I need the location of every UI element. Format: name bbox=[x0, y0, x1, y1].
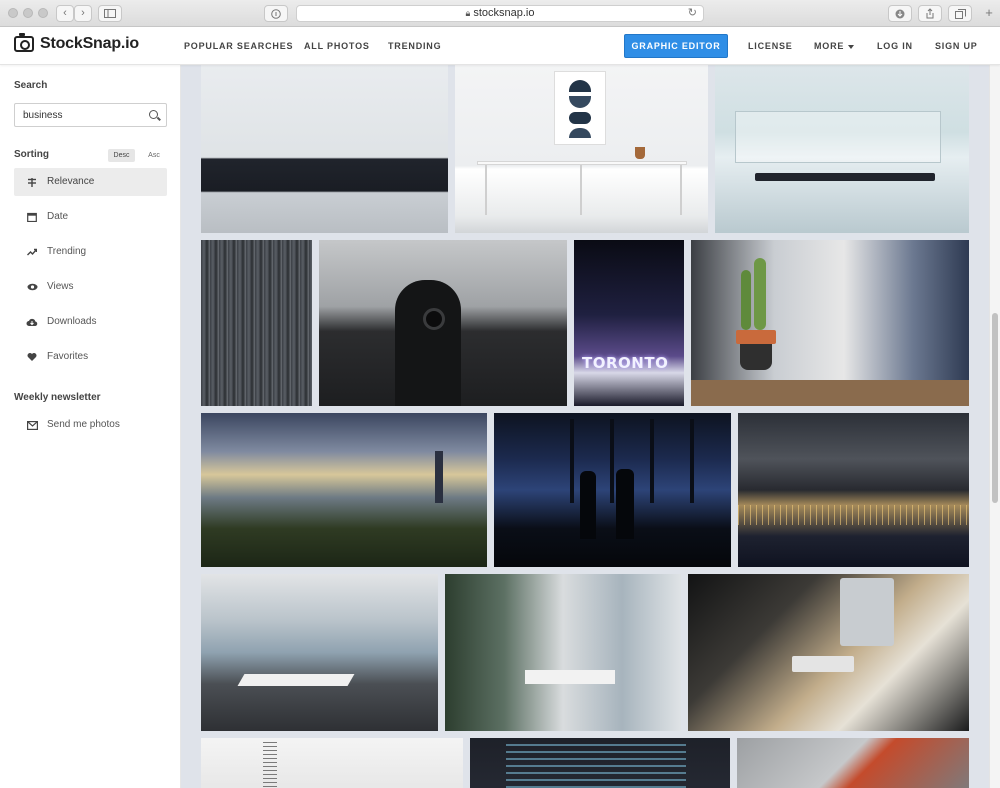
search-icon[interactable] bbox=[149, 110, 158, 119]
newsletter-label: Weekly newsletter bbox=[14, 392, 101, 403]
minimize-window-icon[interactable] bbox=[23, 8, 33, 18]
forward-button[interactable]: › bbox=[74, 5, 92, 22]
nav-all-photos[interactable]: ALL PHOTOS bbox=[304, 27, 370, 65]
send-me-photos-link[interactable]: Send me photos bbox=[14, 411, 167, 439]
heart-icon bbox=[26, 343, 38, 374]
zoom-window-icon[interactable] bbox=[38, 8, 48, 18]
tabs-icon bbox=[954, 9, 966, 19]
photo-white-desk-art[interactable] bbox=[455, 65, 708, 233]
nav-sign-up[interactable]: SIGN UP bbox=[935, 27, 978, 65]
close-window-icon[interactable] bbox=[8, 8, 18, 18]
back-button[interactable]: ‹ bbox=[56, 5, 74, 22]
white-desk bbox=[477, 161, 687, 165]
photo-cactus-clothes-rack[interactable] bbox=[691, 240, 969, 406]
photo-couple-window-night[interactable] bbox=[494, 413, 731, 567]
nav-license[interactable]: LICENSE bbox=[748, 27, 793, 65]
eye-icon bbox=[26, 273, 38, 304]
chevron-down-icon bbox=[848, 44, 855, 49]
photo-boardroom-windows-2[interactable] bbox=[445, 574, 681, 731]
graphic-editor-button[interactable]: GRAPHIC EDITOR bbox=[624, 34, 728, 58]
sort-date-label: Date bbox=[47, 211, 69, 222]
relevance-icon bbox=[26, 168, 38, 199]
trending-icon bbox=[26, 238, 38, 269]
search-label: Search bbox=[14, 80, 48, 91]
toronto-sign: TORONTO bbox=[582, 354, 669, 372]
search-input[interactable] bbox=[15, 104, 135, 126]
new-tab-button[interactable]: + bbox=[982, 6, 996, 20]
photo-toronto-sign-night[interactable]: TORONTO bbox=[574, 240, 684, 406]
sort-asc-button[interactable]: Asc bbox=[142, 149, 166, 162]
site-name: StockSnap.io bbox=[40, 35, 139, 52]
sidebar: Search Sorting Desc Asc Relevance Date T… bbox=[0, 65, 181, 788]
cloud-download-icon bbox=[26, 308, 38, 339]
wall-art-frame bbox=[554, 71, 606, 145]
nav-log-in[interactable]: LOG IN bbox=[877, 27, 913, 65]
sort-downloads[interactable]: Downloads bbox=[14, 308, 167, 336]
sort-date[interactable]: Date bbox=[14, 203, 167, 231]
sort-trending-label: Trending bbox=[47, 246, 87, 257]
photo-skyscraper-facade[interactable] bbox=[201, 240, 312, 406]
photo-red-book-desk[interactable] bbox=[737, 738, 969, 788]
reader-info-button[interactable] bbox=[264, 5, 288, 22]
sort-relevance[interactable]: Relevance bbox=[14, 168, 167, 196]
camera-icon bbox=[14, 33, 34, 52]
envelope-icon bbox=[26, 411, 38, 442]
search-field[interactable] bbox=[14, 103, 167, 127]
nav-more-label: MORE bbox=[814, 41, 845, 51]
sort-downloads-label: Downloads bbox=[47, 316, 97, 327]
page-scrollbar[interactable] bbox=[989, 65, 1000, 788]
photo-gallery: TORONTO bbox=[181, 65, 989, 788]
tabs-button[interactable] bbox=[948, 5, 972, 22]
photo-photographer-office[interactable] bbox=[319, 240, 567, 406]
photo-vintage-desk-imac[interactable] bbox=[688, 574, 969, 731]
photo-taipei-skyline-sunset[interactable] bbox=[201, 413, 487, 567]
downloads-button[interactable] bbox=[888, 5, 912, 22]
share-button[interactable] bbox=[918, 5, 942, 22]
address-bar[interactable]: 🔒︎ stocksnap.io ↻ bbox=[296, 5, 704, 22]
sidebar-toggle-icon bbox=[104, 9, 116, 18]
download-icon bbox=[895, 9, 905, 19]
photo-city-night-aerial[interactable] bbox=[738, 413, 969, 567]
sort-desc-button[interactable]: Desc bbox=[108, 149, 135, 162]
nav-more[interactable]: MORE bbox=[814, 27, 855, 65]
site-logo[interactable]: StockSnap.io bbox=[14, 33, 139, 53]
browser-toolbar: ‹ › 🔒︎ stocksnap.io ↻ + bbox=[0, 0, 1000, 27]
sort-views-label: Views bbox=[47, 281, 74, 292]
nav-popular-searches[interactable]: POPULAR SEARCHES bbox=[184, 27, 293, 65]
url-text: stocksnap.io bbox=[473, 7, 535, 19]
reload-icon[interactable]: ↻ bbox=[688, 6, 697, 21]
info-icon bbox=[271, 9, 281, 19]
sort-favorites-label: Favorites bbox=[47, 351, 89, 362]
sort-relevance-label: Relevance bbox=[47, 176, 95, 187]
sort-favorites[interactable]: Favorites bbox=[14, 343, 167, 371]
sidebar-toggle-button[interactable] bbox=[98, 5, 122, 22]
photo-code-on-paper[interactable] bbox=[201, 738, 463, 788]
site-header: StockSnap.io POPULAR SEARCHES ALL PHOTOS… bbox=[0, 27, 1000, 65]
photo-code-screen[interactable] bbox=[470, 738, 730, 788]
nav-trending[interactable]: TRENDING bbox=[388, 27, 441, 65]
scrollbar-thumb[interactable] bbox=[992, 313, 998, 503]
share-icon bbox=[926, 8, 934, 19]
lock-icon: 🔒︎ bbox=[465, 8, 471, 18]
photo-glass-meeting-room[interactable] bbox=[715, 65, 969, 233]
photo-boardroom-windows-1[interactable] bbox=[201, 574, 438, 731]
photo-white-conference-room[interactable] bbox=[201, 65, 448, 233]
sort-views[interactable]: Views bbox=[14, 273, 167, 301]
calendar-icon bbox=[26, 203, 38, 234]
sort-trending[interactable]: Trending bbox=[14, 238, 167, 266]
plant-pot bbox=[635, 147, 645, 159]
sorting-label: Sorting bbox=[14, 149, 49, 160]
send-me-photos-label: Send me photos bbox=[47, 419, 120, 430]
